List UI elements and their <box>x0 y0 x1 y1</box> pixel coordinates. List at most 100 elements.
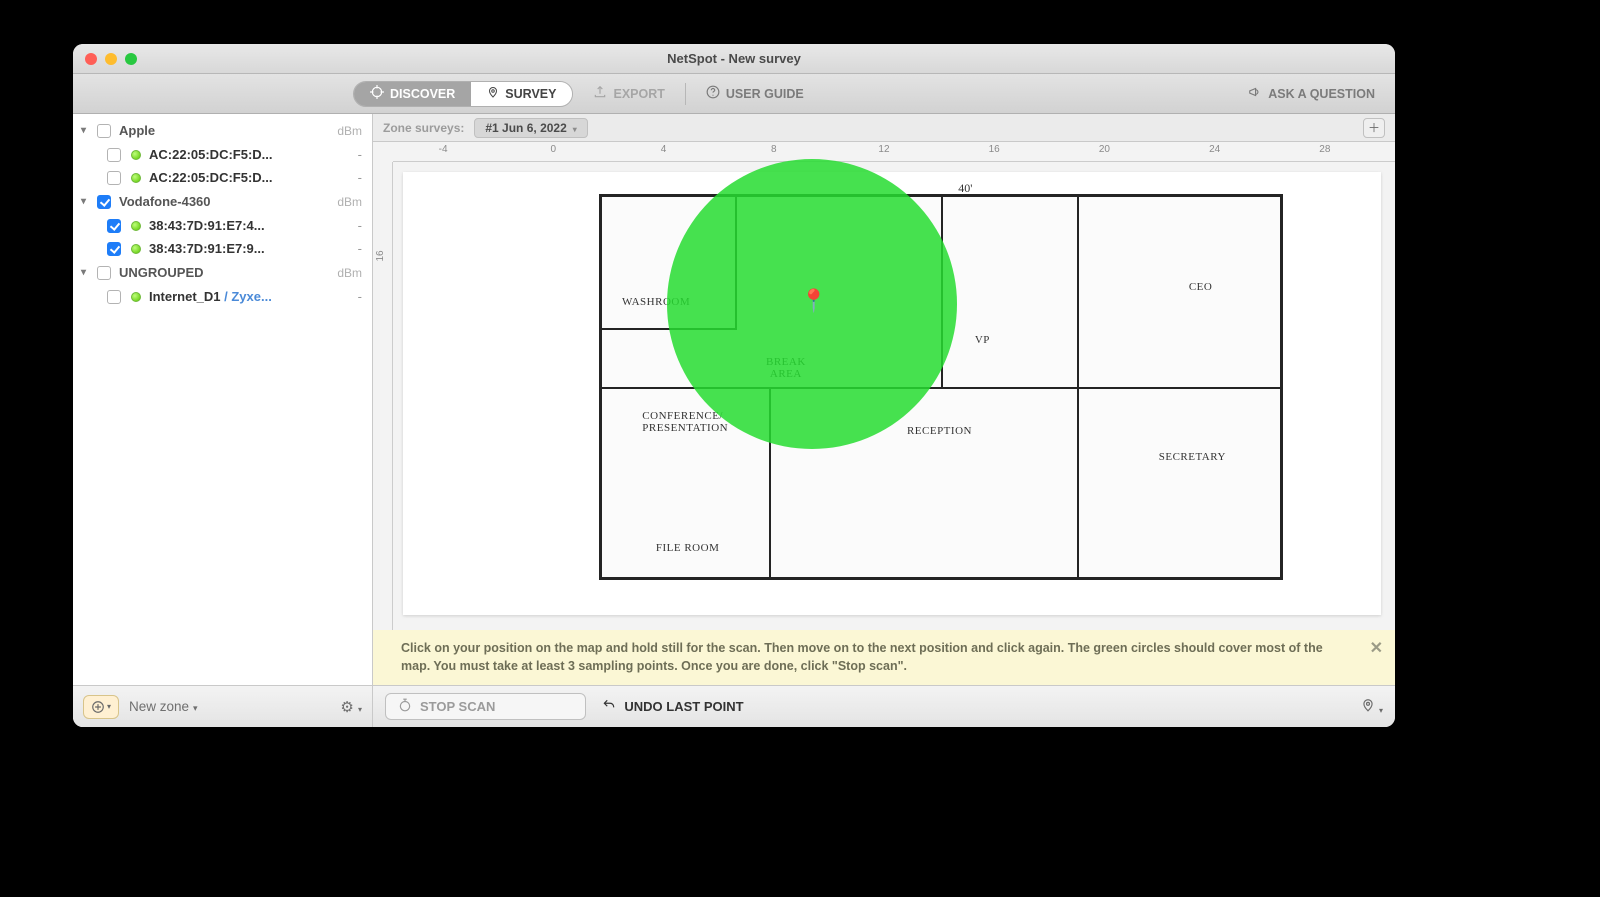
gear-icon: ⚙ <box>340 699 353 716</box>
survey-tab[interactable]: SURVEY <box>471 82 572 106</box>
megaphone-icon <box>1248 85 1262 102</box>
zone-survey-selector[interactable]: #1 Jun 6, 2022▾ <box>474 118 587 138</box>
network-value: - <box>358 170 362 185</box>
network-item[interactable]: AC:22:05:DC:F5:D... - <box>73 166 372 189</box>
discover-tab[interactable]: DISCOVER <box>354 82 471 106</box>
network-value: - <box>358 218 362 233</box>
sample-pin-icon: 📍 <box>800 288 827 314</box>
network-item[interactable]: 38:43:7D:91:E7:4... - <box>73 214 372 237</box>
network-checkbox[interactable] <box>107 290 121 304</box>
crosshair-icon <box>370 85 384 102</box>
main-panel: Zone surveys: #1 Jun 6, 2022▾ ＋ -4 0 4 8… <box>373 114 1395 727</box>
titlebar: NetSpot - New survey <box>73 44 1395 74</box>
export-label: EXPORT <box>613 87 664 101</box>
group-checkbox[interactable] <box>97 195 111 209</box>
group-checkbox[interactable] <box>97 124 111 138</box>
network-checkbox[interactable] <box>107 171 121 185</box>
survey-label: SURVEY <box>505 87 556 101</box>
add-survey-button[interactable]: ＋ <box>1363 118 1385 138</box>
group-name: Vodafone-4360 <box>119 194 211 209</box>
settings-button[interactable]: ⚙ ▾ <box>340 698 362 716</box>
chevron-down-icon: ▾ <box>81 267 97 278</box>
network-item[interactable]: 38:43:7D:91:E7:9... - <box>73 237 372 260</box>
export-icon <box>593 85 607 102</box>
new-zone-dropdown[interactable]: New zone▾ <box>129 699 198 714</box>
room-label: VP <box>975 334 990 346</box>
network-group-header[interactable]: ▾ Apple dBm <box>73 118 372 143</box>
discover-label: DISCOVER <box>390 87 455 101</box>
dbm-label: dBm <box>337 266 362 280</box>
network-value: - <box>358 147 362 162</box>
network-list[interactable]: ▾ Apple dBm AC:22:05:DC:F5:D... - AC:22:… <box>73 114 372 685</box>
signal-dot-icon <box>131 244 141 254</box>
network-sidebar: ▾ Apple dBm AC:22:05:DC:F5:D... - AC:22:… <box>73 114 373 727</box>
zone-bar: Zone surveys: #1 Jun 6, 2022▾ ＋ <box>373 114 1395 142</box>
floorplan-map[interactable]: 40' WASHROOM BREAK AREA CONFERENCE/ PRES… <box>403 172 1381 615</box>
network-mac: AC:22:05:DC:F5:D... <box>149 170 358 185</box>
network-item[interactable]: AC:22:05:DC:F5:D... - <box>73 143 372 166</box>
network-group-header[interactable]: ▾ Vodafone-4360 dBm <box>73 189 372 214</box>
close-banner-button[interactable]: ✕ <box>1370 638 1383 660</box>
user-guide-button[interactable]: USER GUIDE <box>706 85 804 102</box>
ruler-vertical: 16 <box>373 162 393 685</box>
instruction-banner: Click on your position on the map and ho… <box>373 630 1395 685</box>
signal-dot-icon <box>131 173 141 183</box>
network-value: - <box>358 289 362 304</box>
chevron-down-icon: ▾ <box>358 705 362 714</box>
network-mac: Internet_D1 / Zyxe... <box>149 289 358 304</box>
map-canvas[interactable]: -4 0 4 8 12 16 20 24 28 16 40' <box>373 142 1395 685</box>
zone-surveys-label: Zone surveys: <box>383 121 464 135</box>
plus-icon: ＋ <box>1368 119 1380 136</box>
app-window: NetSpot - New survey DISCOVER SURVEY EXP… <box>73 44 1395 727</box>
map-pin-menu-button[interactable]: ▾ <box>1361 697 1383 716</box>
minimize-window-button[interactable] <box>105 53 117 65</box>
zoom-window-button[interactable] <box>125 53 137 65</box>
room-label: RECEPTION <box>907 425 972 437</box>
pin-icon <box>487 85 499 102</box>
mode-switch: DISCOVER SURVEY <box>353 81 573 107</box>
toolbar-separator <box>685 83 686 105</box>
bottom-toolbar: STOP SCAN UNDO LAST POINT ▾ <box>373 685 1395 727</box>
dbm-label: dBm <box>337 124 362 138</box>
chevron-down-icon: ▾ <box>193 703 198 713</box>
add-zone-button[interactable]: ▾ <box>83 695 119 719</box>
network-mac: 38:43:7D:91:E7:4... <box>149 218 358 233</box>
group-name: UNGROUPED <box>119 265 204 280</box>
chevron-down-icon: ▾ <box>107 702 111 711</box>
chevron-down-icon: ▾ <box>81 196 97 207</box>
room-label: CEO <box>1189 281 1213 293</box>
stop-scan-label: STOP SCAN <box>420 699 495 714</box>
signal-dot-icon <box>131 150 141 160</box>
ask-question-label: ASK A QUESTION <box>1268 87 1375 101</box>
network-checkbox[interactable] <box>107 148 121 162</box>
window-controls <box>85 53 137 65</box>
close-icon: ✕ <box>1370 640 1383 657</box>
chevron-down-icon: ▾ <box>1379 706 1383 715</box>
undo-icon <box>602 698 616 715</box>
undo-last-point-button[interactable]: UNDO LAST POINT <box>602 698 743 715</box>
network-mac: AC:22:05:DC:F5:D... <box>149 147 358 162</box>
signal-dot-icon <box>131 292 141 302</box>
network-item[interactable]: Internet_D1 / Zyxe... - <box>73 285 372 308</box>
ask-question-button[interactable]: ASK A QUESTION <box>1248 85 1375 102</box>
pin-icon <box>1361 701 1379 716</box>
ruler-horizontal: -4 0 4 8 12 16 20 24 28 <box>393 142 1395 162</box>
chevron-down-icon: ▾ <box>81 125 97 136</box>
network-checkbox[interactable] <box>107 242 121 256</box>
close-window-button[interactable] <box>85 53 97 65</box>
window-title: NetSpot - New survey <box>73 51 1395 66</box>
group-checkbox[interactable] <box>97 266 111 280</box>
chevron-down-icon: ▾ <box>573 125 577 134</box>
network-checkbox[interactable] <box>107 219 121 233</box>
sidebar-footer: ▾ New zone▾ ⚙ ▾ <box>73 685 372 727</box>
group-name: Apple <box>119 123 155 138</box>
network-value: - <box>358 241 362 256</box>
room-label: SECRETARY <box>1159 451 1226 463</box>
dbm-label: dBm <box>337 195 362 209</box>
signal-dot-icon <box>131 221 141 231</box>
network-mac: 38:43:7D:91:E7:9... <box>149 241 358 256</box>
stop-scan-button[interactable]: STOP SCAN <box>385 693 586 720</box>
network-group-header[interactable]: ▾ UNGROUPED dBm <box>73 260 372 285</box>
main-toolbar: DISCOVER SURVEY EXPORT USER GUIDE <box>73 74 1395 114</box>
user-guide-label: USER GUIDE <box>726 87 804 101</box>
